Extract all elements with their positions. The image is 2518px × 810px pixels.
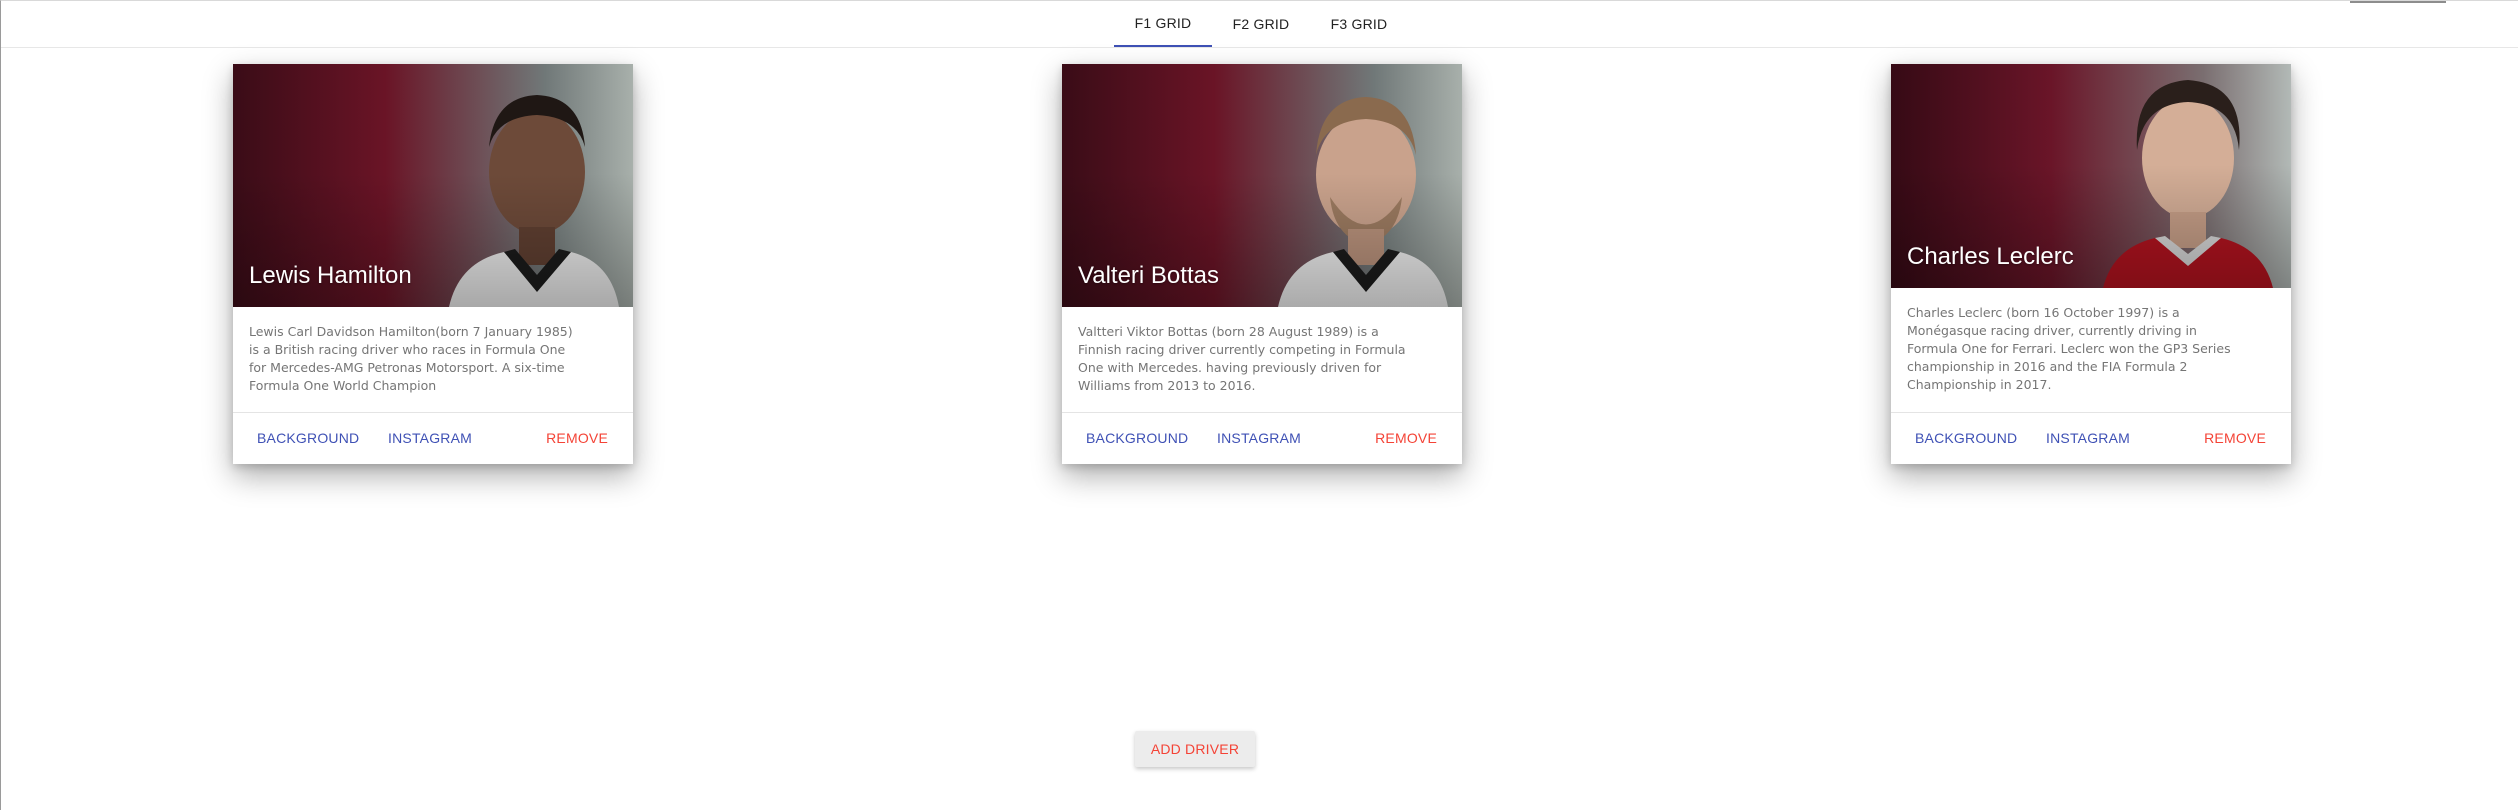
driver-card: Lewis Hamilton Lewis Carl Davidson Hamil…: [233, 64, 633, 464]
page: F1 GRID F2 GRID F3 GRID Lewis Hamilton L…: [0, 0, 2518, 810]
grid-tabs: F1 GRID F2 GRID F3 GRID: [1, 1, 2518, 48]
instagram-button[interactable]: INSTAGRAM: [1217, 430, 1301, 446]
background-button[interactable]: BACKGROUND: [1915, 430, 2017, 446]
remove-button[interactable]: REMOVE: [1375, 430, 1437, 446]
tab-f3-grid[interactable]: F3 GRID: [1310, 1, 1408, 47]
driver-name: Charles Leclerc: [1907, 243, 2074, 270]
driver-card: Charles Leclerc Charles Leclerc (born 16…: [1891, 64, 2291, 464]
driver-bio: Charles Leclerc (born 16 October 1997) i…: [1907, 305, 2231, 392]
background-button[interactable]: BACKGROUND: [1086, 430, 1188, 446]
card-actions: BACKGROUND INSTAGRAM REMOVE: [1062, 412, 1462, 464]
driver-photo: Lewis Hamilton: [233, 64, 633, 307]
driver-bio-section: Lewis Carl Davidson Hamilton(born 7 Janu…: [233, 307, 633, 395]
tab-f1-grid[interactable]: F1 GRID: [1114, 1, 1212, 47]
background-button[interactable]: BACKGROUND: [257, 430, 359, 446]
instagram-button[interactable]: INSTAGRAM: [2046, 430, 2130, 446]
driver-bio-section: Charles Leclerc (born 16 October 1997) i…: [1891, 288, 2291, 394]
remove-button[interactable]: REMOVE: [546, 430, 608, 446]
driver-photo: Charles Leclerc: [1891, 64, 2291, 288]
driver-bio-section: Valtteri Viktor Bottas (born 28 August 1…: [1062, 307, 1462, 395]
card-actions: BACKGROUND INSTAGRAM REMOVE: [233, 412, 633, 464]
card-actions: BACKGROUND INSTAGRAM REMOVE: [1891, 412, 2291, 464]
add-driver-button[interactable]: ADD DRIVER: [1135, 731, 1255, 767]
driver-card: Valteri Bottas Valtteri Viktor Bottas (b…: [1062, 64, 1462, 464]
driver-bio: Lewis Carl Davidson Hamilton(born 7 Janu…: [249, 324, 573, 393]
driver-name: Lewis Hamilton: [249, 262, 412, 289]
remove-button[interactable]: REMOVE: [2204, 430, 2266, 446]
driver-bio: Valtteri Viktor Bottas (born 28 August 1…: [1078, 324, 1406, 393]
driver-photo: Valteri Bottas: [1062, 64, 1462, 307]
tab-f2-grid[interactable]: F2 GRID: [1212, 1, 1310, 47]
driver-name: Valteri Bottas: [1078, 262, 1219, 289]
instagram-button[interactable]: INSTAGRAM: [388, 430, 472, 446]
